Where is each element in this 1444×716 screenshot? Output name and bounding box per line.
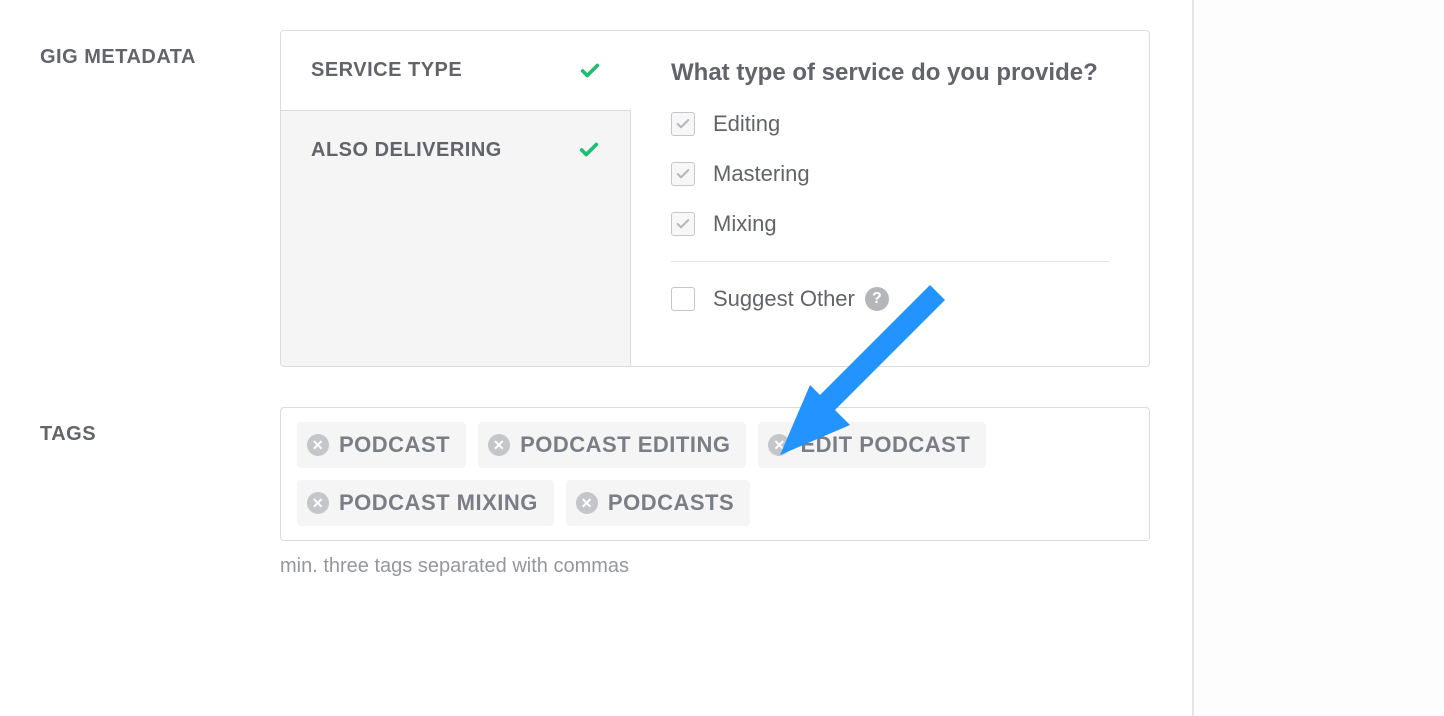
option-suggest-other[interactable]: Suggest Other ? — [671, 286, 1109, 312]
tag-chip-label: PODCAST MIXING — [339, 490, 538, 516]
tag-chip-label: PODCAST EDITING — [520, 432, 730, 458]
tag-chip: ✕ PODCAST EDITING — [478, 422, 746, 468]
tags-label: TAGS — [40, 407, 280, 541]
tag-chip: ✕ PODCAST MIXING — [297, 480, 554, 526]
gig-metadata-row: GIG METADATA SERVICE TYPE ALSO DELIVERIN… — [40, 30, 1150, 367]
remove-tag-icon[interactable]: ✕ — [576, 492, 598, 514]
tab-also-delivering-label: ALSO DELIVERING — [311, 139, 502, 162]
tag-chip-label: PODCASTS — [608, 490, 734, 516]
check-icon — [578, 139, 600, 161]
option-mastering-label: Mastering — [713, 161, 810, 187]
metadata-content: What type of service do you provide? Edi… — [631, 31, 1149, 366]
check-icon — [579, 60, 601, 82]
tags-section: TAGS ✕ PODCAST ✕ PODCAST EDITING ✕ EDIT … — [40, 407, 1150, 578]
option-mixing[interactable]: Mixing — [671, 211, 1109, 237]
tag-chip-label: EDIT PODCAST — [800, 432, 970, 458]
tag-chip: ✕ EDIT PODCAST — [758, 422, 986, 468]
remove-tag-icon[interactable]: ✕ — [307, 492, 329, 514]
gig-metadata-label: GIG METADATA — [40, 30, 280, 69]
help-icon[interactable]: ? — [865, 287, 889, 311]
metadata-tabs: SERVICE TYPE ALSO DELIVERING — [281, 31, 631, 366]
tag-chip: ✕ PODCASTS — [566, 480, 750, 526]
option-mixing-label: Mixing — [713, 211, 777, 237]
checkbox-checked-icon[interactable] — [671, 162, 695, 186]
remove-tag-icon[interactable]: ✕ — [488, 434, 510, 456]
option-editing-label: Editing — [713, 111, 780, 137]
option-mastering[interactable]: Mastering — [671, 161, 1109, 187]
remove-tag-icon[interactable]: ✕ — [307, 434, 329, 456]
remove-tag-icon[interactable]: ✕ — [768, 434, 790, 456]
tag-chip-label: PODCAST — [339, 432, 450, 458]
checkbox-unchecked-icon[interactable] — [671, 287, 695, 311]
checkbox-checked-icon[interactable] — [671, 212, 695, 236]
right-rail — [1192, 0, 1444, 716]
tab-also-delivering[interactable]: ALSO DELIVERING — [281, 111, 631, 366]
metadata-box: SERVICE TYPE ALSO DELIVERING What type o… — [280, 30, 1150, 367]
options-divider — [671, 261, 1109, 262]
option-editing[interactable]: Editing — [671, 111, 1109, 137]
tab-service-type-label: SERVICE TYPE — [311, 59, 462, 82]
tab-service-type[interactable]: SERVICE TYPE — [281, 31, 631, 111]
checkbox-checked-icon[interactable] — [671, 112, 695, 136]
tags-input[interactable]: ✕ PODCAST ✕ PODCAST EDITING ✕ EDIT PODCA… — [280, 407, 1150, 541]
option-suggest-other-label: Suggest Other — [713, 286, 855, 312]
tags-hint: min. three tags separated with commas — [280, 555, 629, 577]
tag-chip: ✕ PODCAST — [297, 422, 466, 468]
service-type-heading: What type of service do you provide? — [671, 59, 1109, 87]
